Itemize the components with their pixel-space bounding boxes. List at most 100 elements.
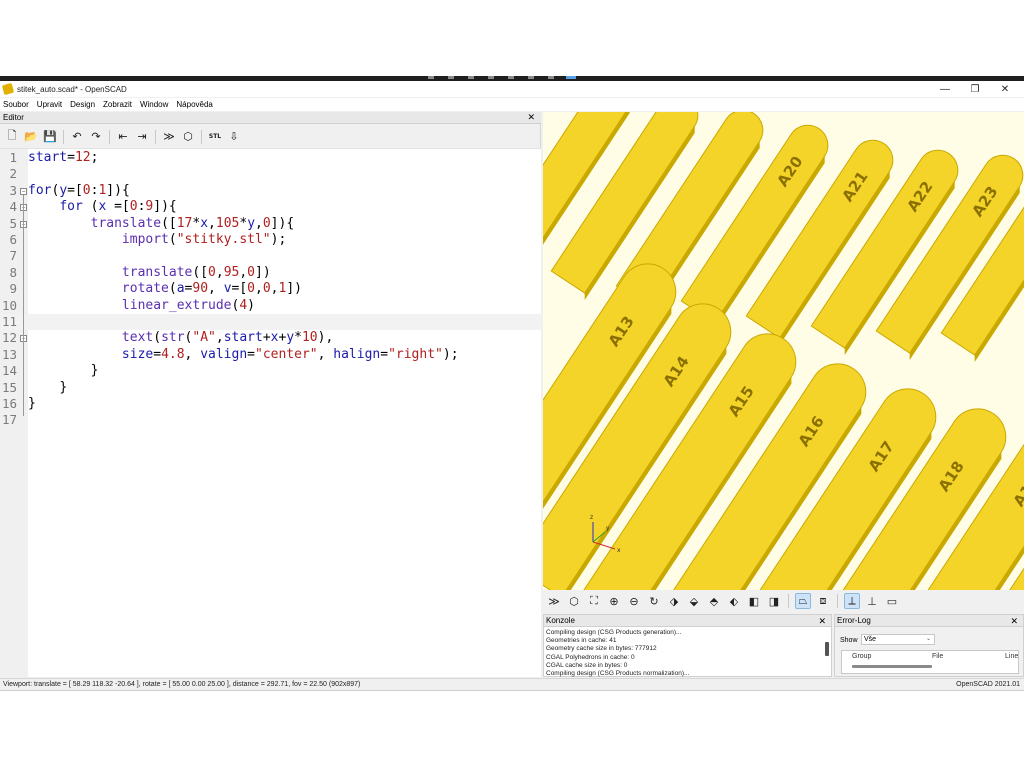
menu-window[interactable]: Window: [140, 100, 168, 109]
line-number: 12: [1, 330, 17, 346]
line-number: 17: [1, 412, 17, 428]
view-back-icon[interactable]: ◨: [766, 593, 782, 609]
taskbar-item[interactable]: [528, 76, 534, 79]
error-log-header: Error-Log ✕: [835, 615, 1023, 627]
code-text: linear_extrude(4): [121, 297, 255, 313]
code-line[interactable]: 5− translate([17*x,105*y,0]){: [0, 216, 541, 232]
code-editor[interactable]: 1 start=12; 23−for(y=[0:1]){4− for (x =[0:…: [0, 148, 541, 678]
export-stl-icon[interactable]: STL: [207, 129, 223, 145]
code-text: text(str("A",start+x+y*10),: [121, 330, 334, 346]
code-line[interactable]: 9 rotate(a=90, v=[0,0,1]): [0, 281, 541, 297]
view-left-icon[interactable]: ⬖: [726, 593, 742, 609]
send-to-print-icon[interactable]: ⇩: [226, 129, 242, 145]
menu-upravit[interactable]: Upravit: [37, 100, 62, 109]
column-header-line[interactable]: Line: [1005, 653, 1018, 660]
code-line[interactable]: 8 translate([0,95,0]): [0, 265, 541, 281]
toolbar-separator: [788, 594, 789, 608]
redo-icon[interactable]: ↷: [88, 129, 104, 145]
line-number: 5: [9, 215, 17, 231]
code-line[interactable]: 4− for (x =[0:9]){: [0, 199, 541, 215]
y-axis-label: y: [606, 525, 610, 532]
show-filter-label: Show: [840, 637, 858, 644]
code-line[interactable]: 1 start=12;: [0, 150, 541, 166]
code-line[interactable]: 6 import("stitky.stl");: [0, 232, 541, 248]
editor-close-icon[interactable]: ✕: [527, 112, 535, 123]
code-line[interactable]: 3− for(y=[0:1]){: [0, 183, 541, 199]
reset-view-icon[interactable]: ↻: [646, 593, 662, 609]
new-file-icon[interactable]: 🗋: [4, 129, 20, 145]
fold-marker-icon[interactable]: −: [20, 187, 27, 195]
menu-soubor[interactable]: Soubor: [3, 100, 29, 109]
maximize-button[interactable]: ❐: [958, 81, 992, 97]
open-file-icon[interactable]: 📂: [23, 129, 39, 145]
code-line[interactable]: 13 size=4.8, valign="center", halign="ri…: [0, 347, 541, 363]
console-close-icon[interactable]: ✕: [818, 615, 826, 627]
editor-panel-title: Editor: [3, 113, 24, 122]
orthogonal-icon[interactable]: ⧈: [815, 593, 831, 609]
code-line[interactable]: 10 linear_extrude(4): [0, 298, 541, 314]
undo-icon[interactable]: ↶: [69, 129, 85, 145]
code-line[interactable]: 2: [0, 166, 541, 182]
error-log-close-icon[interactable]: ✕: [1010, 615, 1018, 627]
line-number: 6: [9, 232, 17, 247]
view-top-icon[interactable]: ⬙: [686, 593, 702, 609]
error-log-scrollbar[interactable]: [852, 665, 932, 668]
minimize-button[interactable]: —: [928, 81, 962, 97]
code-line[interactable]: 14 }: [0, 363, 541, 379]
code-text: }: [59, 379, 68, 395]
line-number: 10: [1, 297, 17, 313]
taskbar-item-active[interactable]: [566, 76, 576, 79]
show-filter-select[interactable]: Vše ⌄: [861, 634, 935, 645]
console-scrollbar[interactable]: [825, 642, 829, 656]
line-number: 13: [1, 346, 17, 362]
perspective-icon[interactable]: ⏢: [795, 593, 811, 609]
code-text: size=4.8, valign="center", halign="right…: [121, 346, 459, 362]
taskbar-item[interactable]: [488, 76, 494, 79]
console-header: Konzole ✕: [544, 615, 831, 627]
unindent-icon[interactable]: ⇤: [115, 129, 131, 145]
preview-icon[interactable]: ≫: [546, 593, 562, 609]
toolbar-separator: [63, 129, 64, 144]
render-icon[interactable]: ⬡: [180, 129, 196, 145]
taskbar-item[interactable]: [508, 76, 514, 79]
menu-zobrazit[interactable]: Zobrazit: [103, 100, 132, 109]
column-header-file[interactable]: File: [932, 653, 943, 660]
code-line[interactable]: 16}: [0, 396, 541, 412]
menu-napoveda[interactable]: Nápověda: [176, 100, 212, 109]
render-icon[interactable]: ⬡: [566, 593, 582, 609]
code-line[interactable]: 7: [0, 248, 541, 264]
code-text: import("stitky.stl");: [121, 232, 287, 247]
code-line[interactable]: 12− text(str("A",start+x+y*10),: [0, 330, 541, 346]
indent-icon[interactable]: ⇥: [134, 129, 150, 145]
preview-icon[interactable]: ≫: [161, 129, 177, 145]
code-line[interactable]: 15 }: [0, 380, 541, 396]
view-front-icon[interactable]: ◧: [746, 593, 762, 609]
close-window-button[interactable]: ✕: [988, 81, 1022, 97]
view-right-icon[interactable]: ⬗: [666, 593, 682, 609]
code-line[interactable]: 17: [0, 412, 541, 428]
show-edges-icon[interactable]: ▭: [884, 593, 900, 609]
zoom-out-icon[interactable]: ⊖: [626, 593, 642, 609]
taskbar-item[interactable]: [468, 76, 474, 79]
menu-design[interactable]: Design: [70, 100, 95, 109]
taskbar-item[interactable]: [548, 76, 554, 79]
taskbar-item[interactable]: [448, 76, 454, 79]
column-header-group[interactable]: Group: [852, 653, 871, 660]
rendered-model[interactable]: A20A21A22A23A24A13A14A15A16A17A18A19zxy: [543, 112, 1024, 590]
window-title: stitek_auto.scad* - OpenSCAD: [17, 84, 127, 94]
view-all-icon[interactable]: ⛶: [586, 593, 602, 609]
menu-bar: Soubor Upravit Design Zobrazit Window Ná…: [0, 98, 1024, 111]
code-text: translate([0,95,0]): [121, 264, 271, 280]
taskbar-item[interactable]: [428, 76, 434, 79]
save-file-icon[interactable]: 💾: [42, 129, 58, 145]
zoom-in-icon[interactable]: ⊕: [606, 593, 622, 609]
show-scale-icon[interactable]: ⊥: [864, 593, 880, 609]
view-bottom-icon[interactable]: ⬘: [706, 593, 722, 609]
toolbar-separator: [109, 129, 110, 144]
show-axes-icon[interactable]: ⟂: [844, 593, 860, 609]
fold-guide: [23, 194, 24, 417]
error-log-table[interactable]: Group File Line: [841, 650, 1019, 674]
code-line[interactable]: 11: [0, 314, 541, 331]
line-number: 3: [9, 182, 17, 198]
3d-viewport[interactable]: A20A21A22A23A24A13A14A15A16A17A18A19zxy: [543, 112, 1024, 590]
